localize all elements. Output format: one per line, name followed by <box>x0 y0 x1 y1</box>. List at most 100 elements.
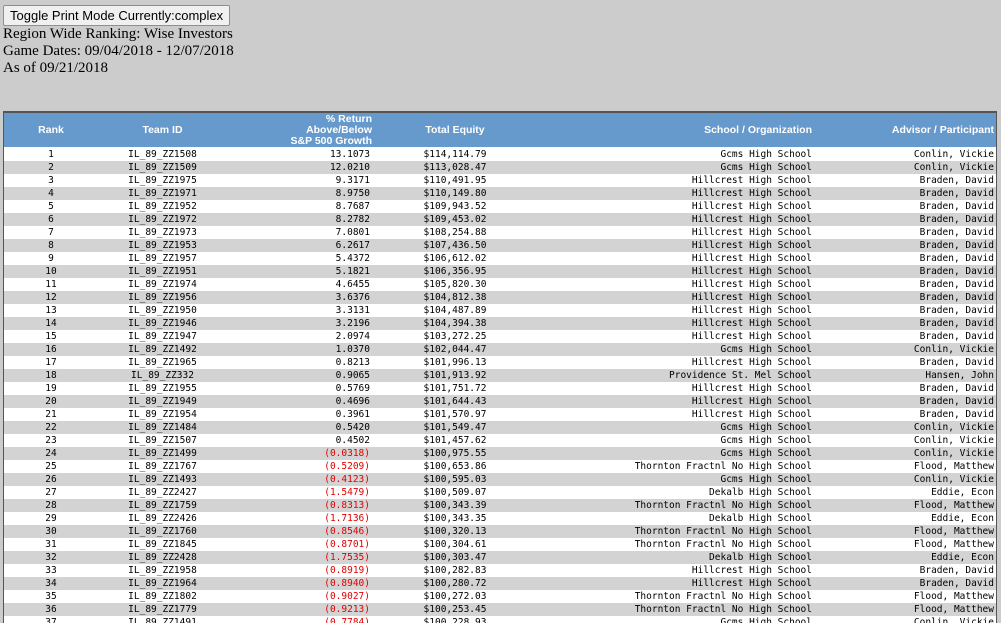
school-cell: Thornton Fractnl No High School <box>532 538 814 551</box>
table-row: 30 IL_89_ZZ1760 (0.8546) $100,320.13 Thornto… <box>4 525 996 538</box>
total-equity-cell: $101,996.13 <box>378 356 532 369</box>
total-equity-cell: $101,751.72 <box>378 382 532 395</box>
team-id-cell: IL_89_ZZ1973 <box>98 226 227 239</box>
team-id-cell: IL_89_ZZ1947 <box>98 330 227 343</box>
team-id-cell: IL_89_ZZ1507 <box>98 434 227 447</box>
column-header-total-equity[interactable]: Total Equity <box>378 113 532 148</box>
advisor-cell: Braden, David <box>814 317 996 330</box>
advisor-cell: Conlin, Vickie <box>814 434 996 447</box>
rank-cell: 26 <box>4 473 98 486</box>
team-id-cell: IL_89_ZZ1965 <box>98 356 227 369</box>
return-header-line-2: Above/Below <box>306 123 372 136</box>
column-header-team-id[interactable]: Team ID <box>98 113 227 148</box>
total-equity-cell: $110,491.95 <box>378 174 532 187</box>
column-header-return[interactable]: % Return Above/Below S&P 500 Growth <box>227 113 378 148</box>
total-equity-cell: $100,282.83 <box>378 564 532 577</box>
school-cell: Hillcrest High School <box>532 577 814 590</box>
total-equity-cell: $100,595.03 <box>378 473 532 486</box>
team-id-cell: IL_89_ZZ1949 <box>98 395 227 408</box>
advisor-cell: Braden, David <box>814 304 996 317</box>
team-id-cell: IL_89_ZZ1964 <box>98 577 227 590</box>
rankings-table-container: Rank Team ID % Return Above/Below S&P 50… <box>3 111 997 623</box>
return-cell: (1.7535) <box>227 551 378 564</box>
return-header-line-3: S&P 500 Growth <box>290 134 373 147</box>
total-equity-cell: $100,280.72 <box>378 577 532 590</box>
team-id-cell: IL_89_ZZ1493 <box>98 473 227 486</box>
return-cell: (1.7136) <box>227 512 378 525</box>
total-equity-cell: $106,356.95 <box>378 265 532 278</box>
team-id-cell: IL_89_ZZ1954 <box>98 408 227 421</box>
school-cell: Hillcrest High School <box>532 174 814 187</box>
rank-cell: 6 <box>4 213 98 226</box>
rank-cell: 17 <box>4 356 98 369</box>
advisor-cell: Conlin, Vickie <box>814 161 996 174</box>
team-id-cell: IL_89_ZZ1946 <box>98 317 227 330</box>
total-equity-cell: $101,913.92 <box>378 369 532 382</box>
advisor-cell: Hansen, John <box>814 369 996 382</box>
column-header-advisor[interactable]: Advisor / Participant <box>814 113 996 148</box>
table-row: 16 IL_89_ZZ1492 1.0370 $102,044.47 Gcms High… <box>4 343 996 356</box>
advisor-cell: Braden, David <box>814 564 996 577</box>
table-row: 20 IL_89_ZZ1949 0.4696 $101,644.43 Hillcrest… <box>4 395 996 408</box>
as-of-date: As of 09/21/2018 <box>3 60 108 76</box>
table-row: 9 IL_89_ZZ1957 5.4372 $106,612.02 Hillcrest … <box>4 252 996 265</box>
return-cell: (0.7784) <box>227 616 378 623</box>
advisor-cell: Conlin, Vickie <box>814 616 996 623</box>
rank-cell: 31 <box>4 538 98 551</box>
advisor-cell: Braden, David <box>814 278 996 291</box>
rank-cell: 16 <box>4 343 98 356</box>
table-row: 6 IL_89_ZZ1972 8.2782 $109,453.02 Hillcrest … <box>4 213 996 226</box>
school-cell: Dekalb High School <box>532 551 814 564</box>
table-row: 22 IL_89_ZZ1484 0.5420 $101,549.47 Gcms High… <box>4 421 996 434</box>
return-cell: 8.9750 <box>227 187 378 200</box>
team-id-cell: IL_89_ZZ2427 <box>98 486 227 499</box>
return-cell: 4.6455 <box>227 278 378 291</box>
school-cell: Hillcrest High School <box>532 226 814 239</box>
total-equity-cell: $101,644.43 <box>378 395 532 408</box>
rankings-table: Rank Team ID % Return Above/Below S&P 50… <box>4 113 996 623</box>
return-cell: (0.8701) <box>227 538 378 551</box>
rank-cell: 14 <box>4 317 98 330</box>
rank-cell: 11 <box>4 278 98 291</box>
table-row: 12 IL_89_ZZ1956 3.6376 $104,812.38 Hillcrest… <box>4 291 996 304</box>
return-cell: 12.0210 <box>227 161 378 174</box>
return-cell: 7.0801 <box>227 226 378 239</box>
return-cell: 5.4372 <box>227 252 378 265</box>
total-equity-cell: $104,812.38 <box>378 291 532 304</box>
school-cell: Thornton Fractnl No High School <box>532 590 814 603</box>
column-header-school[interactable]: School / Organization <box>532 113 814 148</box>
table-row: 29 IL_89_ZZ2426 (1.7136) $100,343.35 Dekalb … <box>4 512 996 525</box>
column-header-rank[interactable]: Rank <box>4 113 98 148</box>
team-id-cell: IL_89_ZZ332 <box>98 369 227 382</box>
school-cell: Gcms High School <box>532 147 814 161</box>
rank-cell: 3 <box>4 174 98 187</box>
rank-cell: 23 <box>4 434 98 447</box>
school-cell: Gcms High School <box>532 421 814 434</box>
table-row: 18 IL_89_ZZ332 0.9065 $101,913.92 Providence… <box>4 369 996 382</box>
team-id-cell: IL_89_ZZ1950 <box>98 304 227 317</box>
advisor-cell: Eddie, Econ <box>814 551 996 564</box>
rank-cell: 18 <box>4 369 98 382</box>
total-equity-cell: $100,304.61 <box>378 538 532 551</box>
rank-cell: 25 <box>4 460 98 473</box>
total-equity-cell: $101,457.62 <box>378 434 532 447</box>
team-id-cell: IL_89_ZZ1492 <box>98 343 227 356</box>
school-cell: Thornton Fractnl No High School <box>532 525 814 538</box>
return-cell: 0.5420 <box>227 421 378 434</box>
return-cell: 1.0370 <box>227 343 378 356</box>
total-equity-cell: $110,149.80 <box>378 187 532 200</box>
school-cell: Hillcrest High School <box>532 239 814 252</box>
team-id-cell: IL_89_ZZ1971 <box>98 187 227 200</box>
table-row: 13 IL_89_ZZ1950 3.3131 $104,487.89 Hillcrest… <box>4 304 996 317</box>
total-equity-cell: $109,943.52 <box>378 200 532 213</box>
return-cell: (1.5479) <box>227 486 378 499</box>
return-cell: 3.3131 <box>227 304 378 317</box>
return-cell: (0.8313) <box>227 499 378 512</box>
toggle-print-mode-button[interactable]: Toggle Print Mode Currently:complex <box>3 5 231 26</box>
school-cell: Hillcrest High School <box>532 408 814 421</box>
team-id-cell: IL_89_ZZ1760 <box>98 525 227 538</box>
rank-cell: 12 <box>4 291 98 304</box>
advisor-cell: Braden, David <box>814 265 996 278</box>
return-cell: 0.3961 <box>227 408 378 421</box>
advisor-cell: Braden, David <box>814 356 996 369</box>
